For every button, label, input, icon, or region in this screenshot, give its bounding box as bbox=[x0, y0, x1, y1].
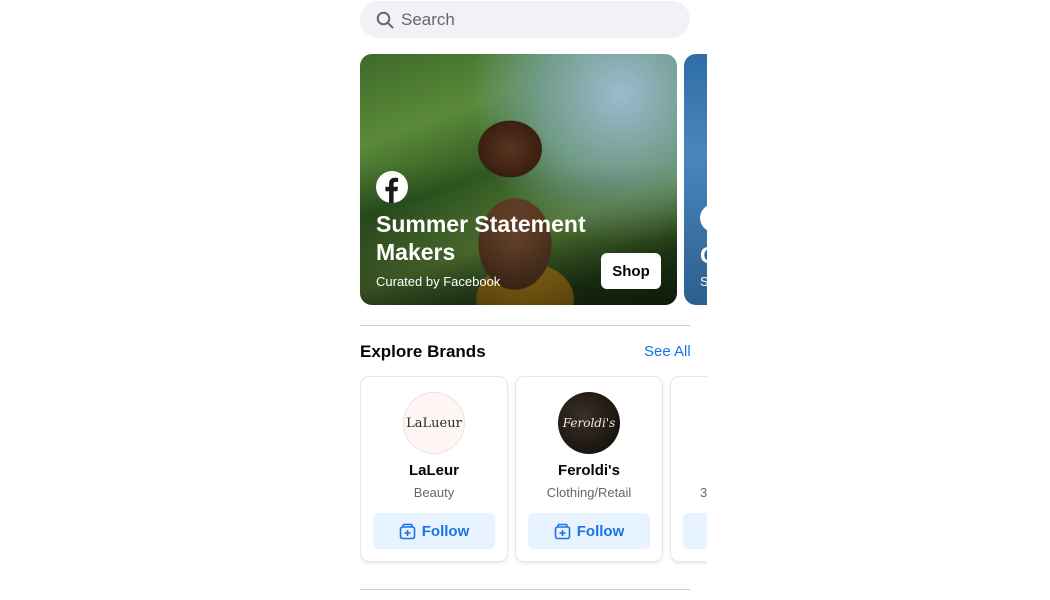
brand-logo: Feroldi's bbox=[558, 392, 620, 454]
brand-card[interactable]: LaLueur LaLeur Beauty Follow bbox=[361, 377, 507, 561]
search-input[interactable] bbox=[401, 9, 661, 30]
follow-button[interactable]: Follow bbox=[373, 513, 495, 549]
follow-store-icon bbox=[554, 523, 571, 539]
follow-button[interactable] bbox=[683, 513, 707, 549]
see-all-link[interactable]: See All bbox=[644, 343, 691, 360]
brand-category: 3 bbox=[700, 485, 707, 500]
collection-curator: Curated by Facebook bbox=[376, 274, 501, 289]
brand-card[interactable]: Feroldi's Feroldi's Clothing/Retail Foll… bbox=[516, 377, 662, 561]
follow-label: Follow bbox=[421, 522, 470, 540]
collection-card[interactable]: Summer Statement Makers Curated by Faceb… bbox=[360, 54, 677, 305]
search-bar[interactable] bbox=[360, 1, 690, 38]
search-icon bbox=[376, 11, 394, 28]
divider bbox=[360, 589, 690, 590]
collection-title: Summer Statement Makers bbox=[376, 211, 586, 265]
follow-button[interactable]: Follow bbox=[528, 513, 650, 549]
brand-category: Clothing/Retail bbox=[546, 485, 632, 500]
section-title: Explore Brands bbox=[360, 342, 486, 361]
brand-name: LaLeur bbox=[408, 462, 459, 479]
follow-store-icon bbox=[399, 523, 416, 539]
collection-curator-partial: S bbox=[700, 274, 707, 289]
collection-card-next[interactable]: C S bbox=[684, 54, 707, 305]
brand-name: Feroldi's bbox=[558, 462, 620, 479]
shops-feed: Summer Statement Makers Curated by Faceb… bbox=[360, 0, 707, 600]
follow-label: Follow bbox=[576, 522, 625, 540]
shop-button[interactable]: Shop bbox=[601, 253, 661, 289]
brand-logo: LaLueur bbox=[403, 392, 465, 454]
collection-title-partial: C bbox=[700, 242, 707, 269]
brand-category: Beauty bbox=[413, 485, 455, 500]
brand-card[interactable]: 3 bbox=[671, 377, 707, 561]
facebook-icon bbox=[700, 204, 707, 232]
divider bbox=[360, 325, 690, 326]
facebook-icon bbox=[376, 171, 408, 203]
